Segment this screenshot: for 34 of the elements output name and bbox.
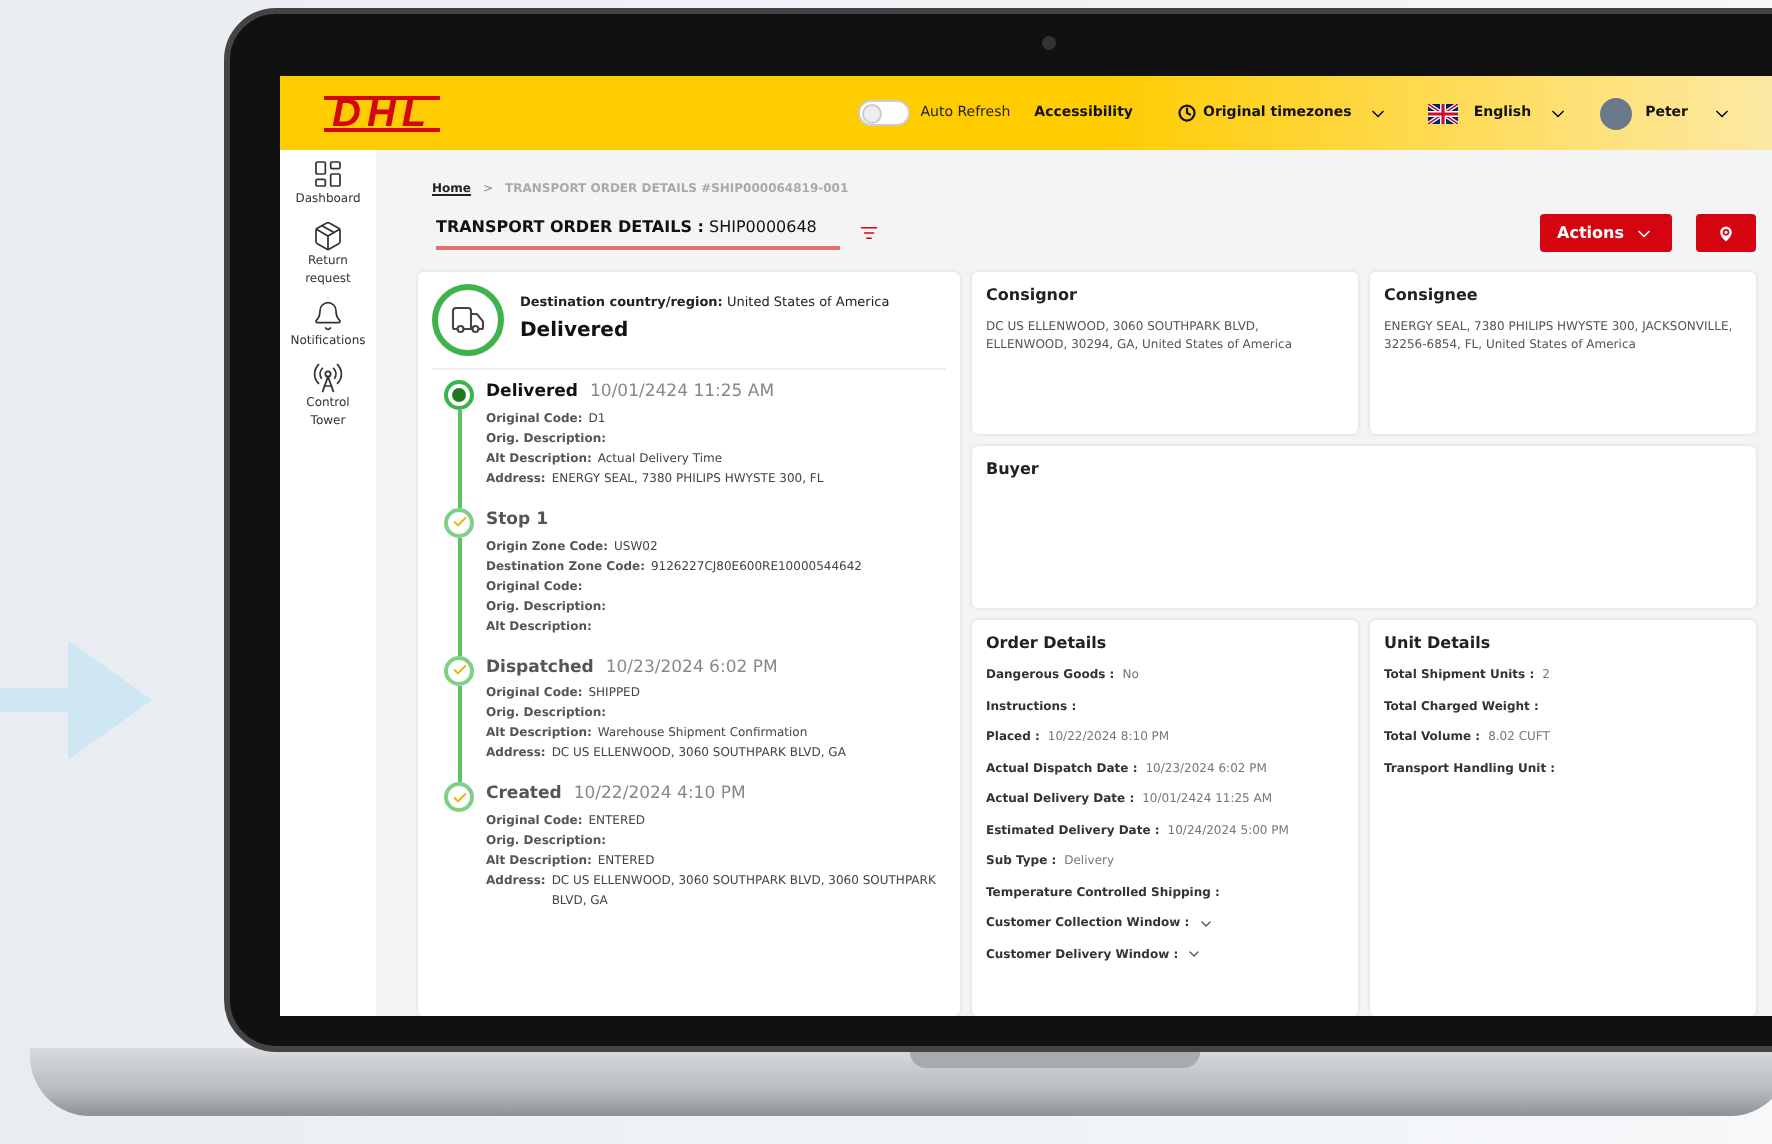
card-title: Consignor <box>986 284 1079 308</box>
event-time: 10/01/2424 11:25 AM <box>590 380 775 406</box>
page-title: TRANSPORT ORDER DETAILS : SHIP0000648 <box>436 216 841 250</box>
map-pin-button[interactable] <box>1696 214 1756 252</box>
event-title: Created <box>486 782 562 808</box>
card-title: Consignee <box>1384 284 1480 308</box>
event-title: Delivered <box>486 380 578 406</box>
dashboard-icon <box>312 158 344 190</box>
event-title: Stop 1 <box>486 507 548 533</box>
card-title: Buyer <box>986 458 1041 482</box>
actions-button[interactable]: Actions <box>1539 214 1672 252</box>
card-title: Unit Details <box>1384 632 1493 656</box>
timeline-line <box>457 410 461 508</box>
flag-icon <box>1427 103 1458 123</box>
step-check-icon <box>444 655 474 685</box>
timeline-line <box>457 537 461 655</box>
event-time: 10/22/2024 4:10 PM <box>573 782 746 808</box>
step-check-icon <box>444 507 474 538</box>
filter-list-icon[interactable] <box>860 224 879 242</box>
truck-status-icon <box>432 284 504 356</box>
package-icon <box>312 220 344 252</box>
step-check-icon <box>444 782 474 813</box>
map-pin-icon <box>1716 223 1736 243</box>
auto-refresh-toggle[interactable] <box>858 100 911 126</box>
event-title: Dispatched <box>486 655 594 681</box>
timeline-line <box>457 685 461 783</box>
clock-icon <box>1177 104 1195 122</box>
card-title: Order Details <box>986 632 1109 656</box>
tower-icon <box>312 362 344 394</box>
bell-icon <box>312 300 344 332</box>
logo[interactable]: DHL <box>324 95 441 131</box>
event-time: 10/23/2024 6:02 PM <box>605 655 778 681</box>
status-text: Delivered <box>520 318 631 347</box>
avatar <box>1599 97 1632 129</box>
